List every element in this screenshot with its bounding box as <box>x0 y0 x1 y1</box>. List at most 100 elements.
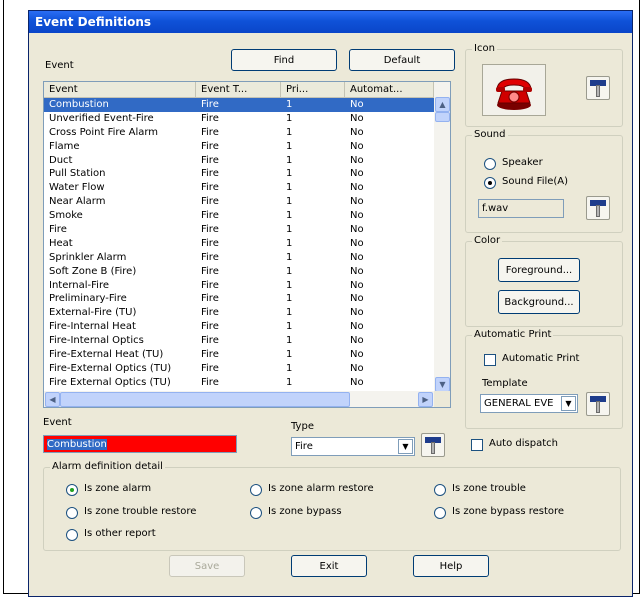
cell-automatic: No <box>350 279 364 291</box>
cell-event-type: Fire <box>201 210 219 222</box>
vertical-scrollbar[interactable]: ▲ ▼ <box>434 82 450 392</box>
column-header-event[interactable]: Event <box>44 82 196 97</box>
cell-event: Fire-External Heat (TU) <box>49 349 164 361</box>
column-header-event-type[interactable]: Event T... <box>196 82 281 97</box>
table-row[interactable]: Flame Fire 1 No <box>44 140 434 154</box>
table-row[interactable]: Cross Point Fire Alarm Fire 1 No <box>44 126 434 140</box>
table-row[interactable]: Duct Fire 1 No <box>44 154 434 168</box>
event-list[interactable]: Event Event T... Pri... Automat... Combu… <box>43 81 451 408</box>
cell-event-type: Fire <box>201 307 219 319</box>
cell-priority: 1 <box>286 293 293 305</box>
scroll-left-icon[interactable]: ◀ <box>45 392 60 407</box>
cell-automatic: No <box>350 335 364 347</box>
chevron-down-icon[interactable]: ▼ <box>398 439 413 454</box>
template-select[interactable]: GENERAL EVE ▼ <box>480 394 578 413</box>
cell-priority: 1 <box>286 349 293 361</box>
sound-browse-tool-button[interactable] <box>586 196 610 220</box>
cell-priority: 1 <box>286 307 293 319</box>
cell-event-type: Fire <box>201 126 219 138</box>
cell-automatic: No <box>350 307 364 319</box>
save-button[interactable]: Save <box>169 555 245 577</box>
table-row[interactable]: Fire External Optics (TU) Fire 1 No <box>44 376 434 390</box>
exit-button[interactable]: Exit <box>291 555 367 577</box>
table-row[interactable]: Sprinkler Alarm Fire 1 No <box>44 251 434 265</box>
auto-dispatch-checkbox[interactable] <box>471 439 483 451</box>
cell-event-type: Fire <box>201 349 219 361</box>
default-button[interactable]: Default <box>349 49 455 71</box>
radio-is-zone-trouble-restore[interactable] <box>66 507 78 519</box>
table-row[interactable]: Smoke Fire 1 No <box>44 209 434 223</box>
radio-is-other-report[interactable] <box>66 529 78 541</box>
radio-is-zone-alarm-restore[interactable] <box>250 484 262 496</box>
radio-is-zone-trouble-restore-label: Is zone trouble restore <box>84 506 197 517</box>
icon-browse-tool-button[interactable] <box>586 76 610 100</box>
table-row[interactable]: Fire-External Heat (TU) Fire 1 No <box>44 348 434 362</box>
type-field-label: Type <box>291 421 314 432</box>
cell-priority: 1 <box>286 196 293 208</box>
horizontal-scroll-thumb[interactable] <box>60 392 350 407</box>
chevron-down-icon[interactable]: ▼ <box>561 396 576 411</box>
column-header-automatic[interactable]: Automat... <box>345 82 434 97</box>
tool-icon <box>590 80 606 97</box>
cell-automatic: No <box>350 140 364 152</box>
help-button[interactable]: Help <box>413 555 489 577</box>
column-header-priority[interactable]: Pri... <box>281 82 345 97</box>
cell-priority: 1 <box>286 182 293 194</box>
template-tool-button[interactable] <box>586 392 610 416</box>
cell-event: Near Alarm <box>49 196 106 208</box>
cell-priority: 1 <box>286 279 293 291</box>
radio-is-zone-trouble[interactable] <box>434 484 446 496</box>
cell-event-type: Fire <box>201 237 219 249</box>
type-select[interactable]: Fire ▼ <box>291 437 415 456</box>
table-row[interactable]: Fire-External Optics (TU) Fire 1 No <box>44 362 434 376</box>
cell-automatic: No <box>350 196 364 208</box>
table-row[interactable]: Fire-Internal Optics Fire 1 No <box>44 334 434 348</box>
cell-automatic: No <box>350 251 364 263</box>
alarm-definition-detail-title: Alarm definition detail <box>50 461 165 472</box>
cell-event: Sprinkler Alarm <box>49 251 127 263</box>
cell-automatic: No <box>350 112 364 124</box>
table-row[interactable]: Internal-Fire Fire 1 No <box>44 279 434 293</box>
scroll-down-icon[interactable]: ▼ <box>435 377 450 392</box>
cell-event: Heat <box>49 237 73 249</box>
cell-event-type: Fire <box>201 99 219 110</box>
radio-is-zone-bypass[interactable] <box>250 507 262 519</box>
sound-file-field[interactable]: f.wav <box>478 199 564 218</box>
background-button[interactable]: Background... <box>498 290 580 314</box>
table-row[interactable]: Unverified Event-Fire Fire 1 No <box>44 112 434 126</box>
cell-event-type: Fire <box>201 362 219 374</box>
table-row[interactable]: Near Alarm Fire 1 No <box>44 195 434 209</box>
red-telephone-icon[interactable] <box>482 64 546 116</box>
cell-event-type: Fire <box>201 265 219 277</box>
table-row[interactable]: Soft Zone B (Fire) Fire 1 No <box>44 265 434 279</box>
cell-automatic: No <box>350 126 364 138</box>
radio-is-zone-bypass-restore[interactable] <box>434 507 446 519</box>
radio-sound-file[interactable] <box>484 177 496 189</box>
horizontal-scrollbar[interactable]: ◀ ▶ <box>44 391 434 407</box>
find-button[interactable]: Find <box>231 49 337 71</box>
table-row[interactable]: Fire Fire 1 No <box>44 223 434 237</box>
table-row[interactable]: Preliminary-Fire Fire 1 No <box>44 292 434 306</box>
table-row[interactable]: Fire-Internal Heat Fire 1 No <box>44 320 434 334</box>
type-tool-button[interactable] <box>421 433 445 457</box>
table-row[interactable]: Heat Fire 1 No <box>44 237 434 251</box>
radio-speaker[interactable] <box>484 158 496 170</box>
cell-automatic: No <box>350 99 364 110</box>
table-row[interactable]: Water Flow Fire 1 No <box>44 181 434 195</box>
radio-is-zone-alarm[interactable] <box>66 484 78 496</box>
foreground-button[interactable]: Foreground... <box>498 258 580 282</box>
scroll-up-icon[interactable]: ▲ <box>435 97 450 112</box>
event-name-field[interactable]: Combustion <box>43 435 237 453</box>
table-row[interactable]: Combustion Fire 1 No <box>44 98 434 112</box>
table-row[interactable]: Pull Station Fire 1 No <box>44 167 434 181</box>
tool-icon <box>590 200 606 217</box>
event-list-label: Event <box>45 60 74 71</box>
vertical-scroll-thumb[interactable] <box>435 112 450 122</box>
cell-event: Unverified Event-Fire <box>49 112 154 124</box>
cell-automatic: No <box>350 237 364 249</box>
scroll-right-icon[interactable]: ▶ <box>418 392 433 407</box>
table-row[interactable]: External-Fire (TU) Fire 1 No <box>44 306 434 320</box>
cell-priority: 1 <box>286 335 293 347</box>
automatic-print-checkbox[interactable] <box>484 354 496 366</box>
cell-event: Soft Zone B (Fire) <box>49 265 137 277</box>
